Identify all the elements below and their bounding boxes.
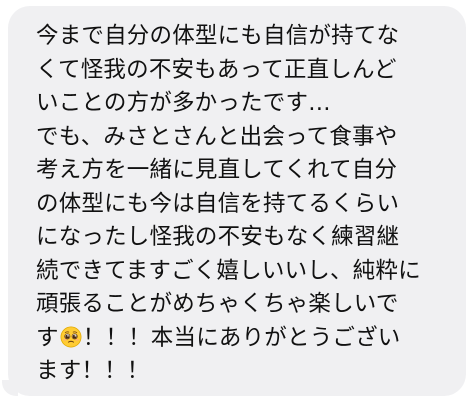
message-line: 今まで自分の体型にも自信が持てな [36, 23, 400, 49]
pleading-face-icon [60, 326, 82, 347]
message-bubble[interactable]: 今まで自分の体型にも自信が持てな くて怪我の不安もあって正直しんど いことの方が… [8, 6, 466, 396]
message-line: ます！！！ [36, 358, 150, 384]
message-line: 頑張ることがめちゃくちゃ楽しいで [36, 291, 399, 317]
message-line: 続できてますごく嬉しいいし、純粋に [36, 257, 421, 284]
chat-area: 今まで自分の体型にも自信が持てな くて怪我の不安もあって正直しんど いことの方が… [0, 0, 474, 404]
message-line: でも、みさとさんと出会って食事や [36, 123, 398, 150]
message-text-segment: す [36, 324, 59, 351]
message-line: 考え方を一緒に見直してくれて自分 [36, 157, 398, 183]
message-line: くて怪我の不安もあって正直しんど [36, 56, 397, 83]
message-text: 今まで自分の体型にも自信が持てな くて怪我の不安もあって正直しんど いことの方が… [36, 20, 456, 389]
message-line: いことの方が多かったです… [36, 90, 331, 116]
message-line: になったし怪我の不安もなく練習継 [36, 224, 400, 250]
message-text-segment: ！！！本当にありがとうござい [82, 324, 401, 351]
message-line: の体型にも今は自信を持てるくらい [36, 190, 400, 217]
message-line-with-emoji: す ！！！本当にありがとうござい [36, 322, 456, 356]
